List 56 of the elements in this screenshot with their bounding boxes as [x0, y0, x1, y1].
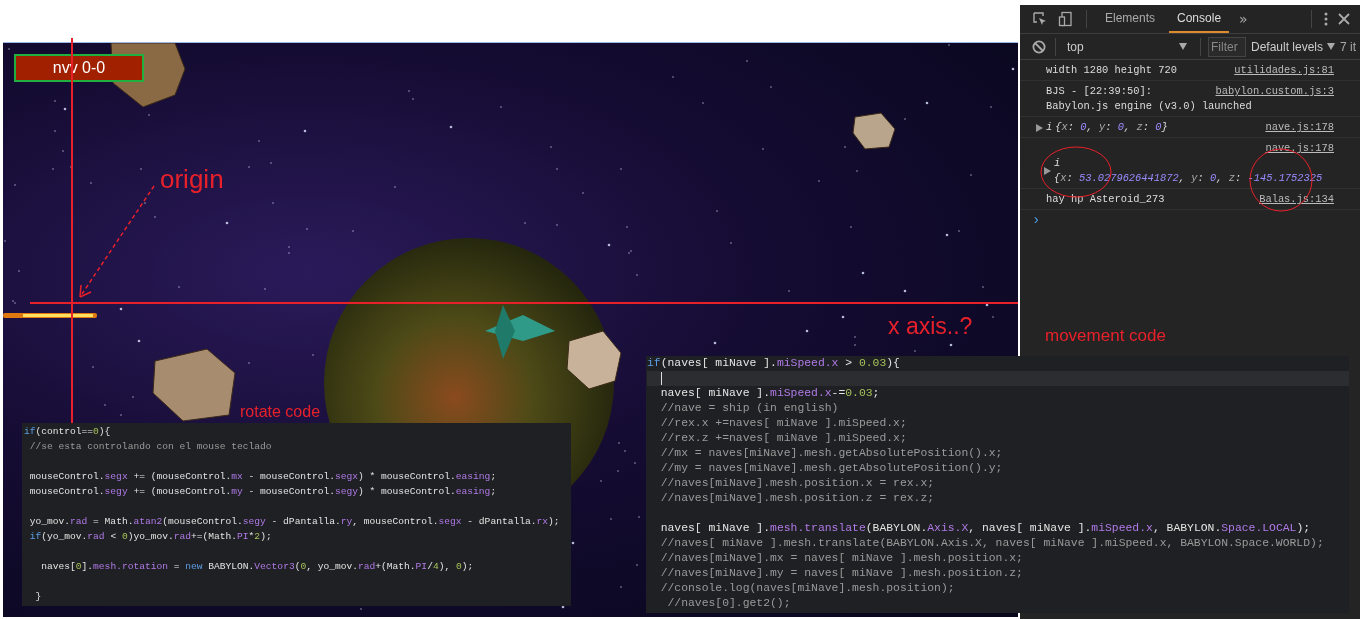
expand-icon[interactable] — [1044, 167, 1051, 175]
caret-icon — [1327, 43, 1336, 50]
console-message: Babylon.js engine (v3.0) launched — [1046, 99, 1253, 114]
code-line: //naves[0].get2(); — [666, 596, 791, 611]
source-link[interactable]: babylon.custom.js:3 — [1215, 84, 1334, 99]
code-line: } — [34, 590, 42, 604]
source-link[interactable]: nave.js:178 — [1265, 141, 1334, 156]
code-line: if(control==0){ — [24, 425, 111, 439]
code-line: //my = naves[miNave].mesh.getAbsolutePosition().y; — [659, 461, 1003, 476]
source-link[interactable]: nave.js:178 — [1265, 120, 1334, 135]
filter-field[interactable]: Filter — [1208, 36, 1246, 57]
hidden-count: 7 it — [1340, 39, 1357, 54]
code-line: //naves[miNave].my = naves[ miNave ].mesh.position.z; — [659, 566, 1023, 581]
code-line: //naves[miNave].mx = naves[ miNave ].mesh.position.x; — [659, 551, 1023, 566]
code-line: //naves[miNave].mesh.position.x = rex.x; — [659, 476, 935, 491]
code-line: //naves[ miNave ].mesh.translate(BABYLON.Axis.X, naves[ miNave ].miSpeed.x, BABYLON.Space.WORLD); — [659, 536, 1324, 551]
spaceship-drawing — [485, 305, 555, 359]
console-message: BJS - [22:39:50]: — [1046, 84, 1152, 99]
close-icon[interactable] — [1336, 11, 1352, 27]
caret-icon — [1179, 43, 1187, 50]
console-message: {x: 0, y: 0, z: 0} — [1055, 120, 1168, 135]
console-message: i — [1054, 156, 1062, 171]
annotation-text: movement code — [1045, 326, 1166, 346]
console-message: width 1280 height 720 — [1046, 63, 1177, 78]
code-line: //mx = naves[miNave].mesh.getAbsolutePosition().x; — [659, 446, 1003, 461]
annotation-text: origin — [160, 164, 224, 195]
code-line: naves[0].mesh.rotation = new BABYLON.Vector3(0, yo_mov.rad+(Math.PI/4), 0); — [40, 560, 474, 574]
code-line: //se esta controlando con el mouse teclado — [28, 440, 272, 454]
expand-icon[interactable] — [1036, 123, 1043, 132]
prompt-icon[interactable]: › — [1032, 212, 1041, 228]
code-line: naves[ miNave ].mesh.translate(BABYLON.Axis.X, naves[ miNave ].miSpeed.x, BABYLON.Space.LOCAL); — [659, 521, 1311, 536]
devtools-tab[interactable]: Console — [1169, 5, 1230, 33]
code-line: mouseControl.segx += (mouseControl.mx - mouseControl.segx) * mouseControl.easing; — [28, 470, 497, 484]
code-line: //nave = ship (in english) — [659, 401, 839, 416]
asteroid-drawing — [852, 112, 896, 150]
text-cursor — [661, 372, 662, 385]
menu-icon[interactable] — [1322, 10, 1330, 28]
code-line: if(yo_mov.rad < 0)yo_mov.rad+=(Math.PI*2); — [28, 530, 272, 544]
context-dropdown[interactable]: top — [1063, 39, 1193, 54]
code-line: //rex.x +=naves[ miNave ].miSpeed.x; — [659, 416, 907, 431]
source-link[interactable]: utilidades.js:81 — [1234, 63, 1334, 78]
code-line: naves[ miNave ].miSpeed.x-=0.03; — [659, 386, 880, 401]
code-line: mouseControl.segy += (mouseControl.my - mouseControl.segy) * mouseControl.easing; — [28, 485, 497, 499]
levels-dropdown[interactable]: Default levels — [1249, 39, 1338, 54]
annotation-text: rotate code — [240, 403, 321, 421]
console-message: {x: 53.0279626441872, y: 0, z: -145.1752325 — [1054, 171, 1323, 186]
code-line: //rex.z +=naves[ miNave ].miSpeed.x; — [659, 431, 907, 446]
annotation-text: x axis..? — [888, 313, 973, 340]
code-line: //naves[miNave].mesh.position.z = rex.z; — [659, 491, 935, 506]
code-line: yo_mov.rad = Math.atan2(mouseControl.segy - dPantalla.ry, mouseControl.segx - dPantalla.rx); — [28, 515, 560, 529]
code-line: if(naves[ miNave ].miSpeed.x > 0.03){ — [647, 356, 900, 371]
console-message: i — [1046, 120, 1053, 135]
asteroid-drawing — [566, 330, 622, 390]
devtools-tab[interactable]: Elements — [1097, 5, 1164, 33]
code-line: //console.log(naves[miNave].mesh.position); — [659, 581, 955, 596]
more-tabs-button[interactable]: » — [1235, 11, 1252, 27]
